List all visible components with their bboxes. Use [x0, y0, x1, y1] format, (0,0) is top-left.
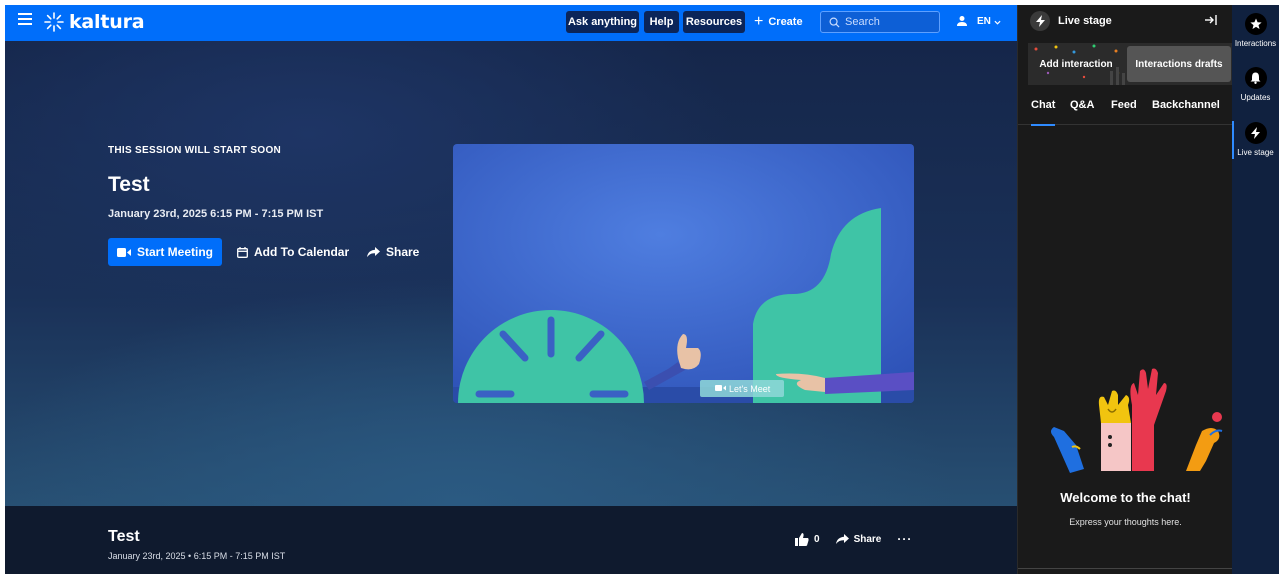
- panel-header: Live stage: [1018, 5, 1233, 37]
- rail-item-updates[interactable]: Updates: [1232, 67, 1279, 102]
- tab-chat[interactable]: Chat: [1031, 99, 1056, 126]
- share-button[interactable]: Share: [367, 238, 419, 266]
- bell-icon: [1250, 72, 1261, 84]
- raised-hands-illustration: [1051, 368, 1223, 473]
- start-meeting-button[interactable]: Start Meeting: [108, 238, 222, 266]
- menu-icon[interactable]: [18, 13, 32, 25]
- info-share-label: Share: [853, 533, 882, 545]
- rail-bolt-badge: [1244, 122, 1267, 144]
- video-camera-icon: [116, 247, 131, 257]
- lets-meet-text: Let's Meet: [729, 384, 771, 394]
- lets-meet-illustration: Let's Meet: [453, 144, 914, 403]
- live-stage-panel: Live stage Add interaction Interactions …: [1017, 5, 1234, 574]
- tab-feed[interactable]: Feed: [1111, 99, 1137, 125]
- session-thumbnail: Let's Meet: [453, 144, 914, 403]
- like-button[interactable]: 0: [795, 532, 820, 546]
- tab-backchannel[interactable]: Backchannel: [1152, 99, 1220, 125]
- session-hero: THIS SESSION WILL START SOON Test Januar…: [5, 41, 1017, 506]
- search-input[interactable]: [845, 16, 935, 28]
- panel-title: Live stage: [1058, 15, 1112, 27]
- share-arrow-icon: [367, 247, 380, 257]
- more-icon: ···: [897, 532, 913, 546]
- rail-item-live-stage[interactable]: Live stage: [1232, 122, 1279, 157]
- rail-star-badge: [1244, 13, 1267, 35]
- brand-name: kaltura: [69, 11, 145, 33]
- tab-qa[interactable]: Q&A: [1070, 99, 1094, 125]
- info-date: January 23rd, 2025 • 6:15 PM - 7:15 PM I…: [108, 551, 286, 561]
- session-info-bar: Test January 23rd, 2025 • 6:15 PM - 7:15…: [5, 506, 1017, 574]
- add-interaction-button[interactable]: Add interaction: [1031, 46, 1121, 82]
- info-actions: 0 Share ···: [795, 532, 912, 546]
- interaction-banner: Add interaction Interactions drafts: [1028, 43, 1234, 85]
- rail-item-interactions[interactable]: Interactions: [1232, 13, 1279, 48]
- resources-button[interactable]: Resources: [683, 11, 745, 33]
- bolt-icon: [1251, 127, 1260, 139]
- right-rail: Interactions Updates Live stage: [1232, 5, 1279, 574]
- session-title: Test: [108, 173, 150, 196]
- create-label: Create: [768, 16, 803, 28]
- language-label: EN: [977, 16, 991, 27]
- rail-label-updates: Updates: [1240, 93, 1271, 102]
- rail-label-interactions: Interactions: [1234, 39, 1277, 48]
- ask-anything-button[interactable]: Ask anything: [566, 11, 639, 33]
- session-date: January 23rd, 2025 6:15 PM - 7:15 PM IST: [108, 208, 324, 220]
- start-meeting-label: Start Meeting: [136, 245, 213, 259]
- info-title: Test: [108, 528, 140, 545]
- top-navigation-bar: kaltura Ask anything Help Resources + Cr…: [5, 5, 1017, 41]
- thumbs-up-icon: [795, 532, 809, 546]
- add-to-calendar-label: Add To Calendar: [254, 245, 350, 259]
- rail-bell-badge: [1244, 67, 1267, 89]
- search-box: [820, 11, 940, 33]
- kaltura-logo[interactable]: kaltura: [43, 11, 145, 33]
- session-status: THIS SESSION WILL START SOON: [108, 145, 282, 156]
- like-count: 0: [814, 533, 820, 545]
- kaltura-logo-icon: [44, 12, 64, 32]
- collapse-panel-icon[interactable]: [1204, 13, 1218, 27]
- panel-divider: [1018, 568, 1233, 569]
- share-arrow-icon: [835, 534, 849, 544]
- rail-label-live-stage: Live stage: [1237, 148, 1274, 157]
- chevron-down-icon: [994, 20, 1001, 25]
- search-icon: [829, 17, 840, 28]
- share-label: Share: [386, 245, 420, 259]
- interactions-drafts-button[interactable]: Interactions drafts: [1127, 46, 1231, 82]
- chat-welcome-title: Welcome to the chat!: [1060, 490, 1191, 505]
- more-options-button[interactable]: ···: [897, 532, 912, 546]
- bolt-icon: [1035, 15, 1045, 27]
- bolt-badge: [1030, 11, 1050, 31]
- plus-icon: +: [754, 13, 764, 30]
- create-button[interactable]: + Create: [754, 11, 803, 33]
- calendar-icon: [237, 246, 248, 258]
- language-selector[interactable]: EN: [977, 11, 1001, 33]
- user-icon[interactable]: [956, 15, 968, 27]
- info-share-button[interactable]: Share: [835, 533, 882, 545]
- chat-welcome-subtitle: Express your thoughts here.: [1069, 517, 1182, 527]
- star-icon: [1249, 18, 1262, 29]
- panel-tabs: Chat Q&A Feed Backchannel: [1018, 99, 1233, 126]
- add-to-calendar-button[interactable]: Add To Calendar: [237, 238, 349, 266]
- help-button[interactable]: Help: [644, 11, 679, 33]
